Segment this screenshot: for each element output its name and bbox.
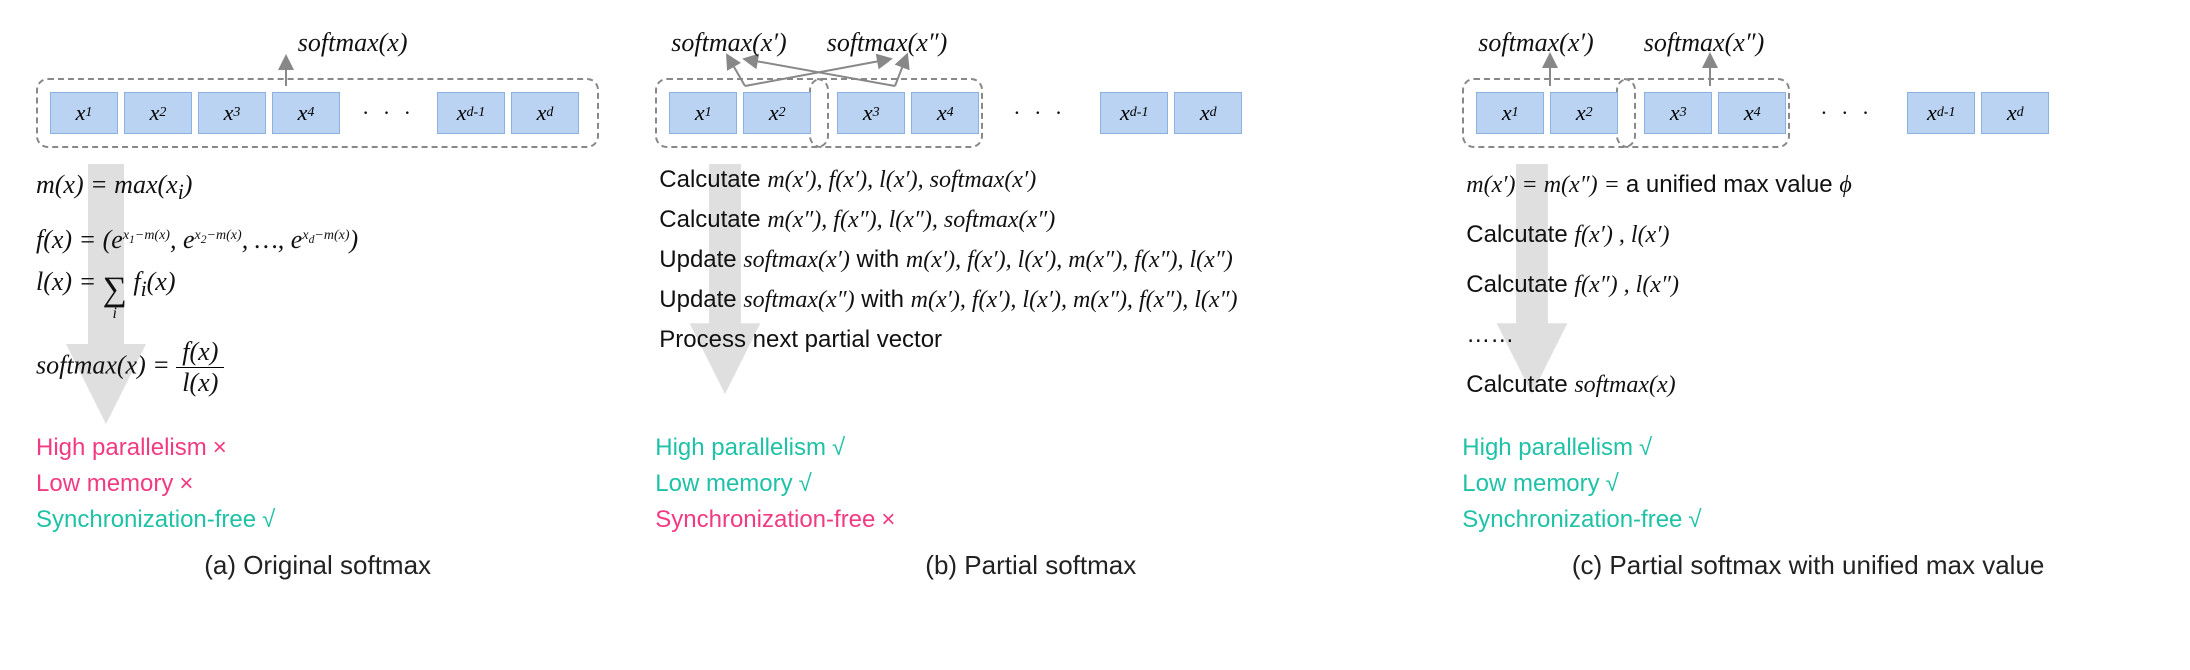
- step-5: Process next partial vector: [655, 320, 1406, 360]
- cell-x2: x2: [124, 92, 192, 134]
- output-label: softmax(x): [298, 28, 408, 62]
- caption-b: (b) Partial softmax: [655, 550, 1406, 581]
- props-a: High parallelism× Low memory× Synchroniz…: [36, 430, 599, 538]
- vector-cells: x1 x2 x3 x4 · · · xd-1 xd: [36, 86, 599, 140]
- cell-x3: x3: [1644, 92, 1712, 134]
- prop-syncfree: Synchronization-free√: [1462, 502, 2154, 538]
- step-1: Calcutate m(x′), f(x′), l(x′), softmax(x…: [655, 160, 1406, 200]
- cell-xd: xd: [1174, 92, 1242, 134]
- props-b: High parallelism√ Low memory√ Synchroniz…: [655, 430, 1406, 538]
- cell-xd: xd: [511, 92, 579, 134]
- cell-xd1: xd-1: [437, 92, 505, 134]
- step-3: Update softmax(x′) with m(x′), f(x′), l(…: [655, 240, 1406, 280]
- dots: · · ·: [1792, 100, 1901, 126]
- vector-b: x1 x2 x3 x4 · · · xd-1 xd: [655, 86, 1406, 140]
- cell-x4: x4: [911, 92, 979, 134]
- panel-partial-softmax: softmax(x′) softmax(x″) x1 x2 x3 x4: [655, 28, 1406, 581]
- vector-cells: x1 x2 x3 x4 · · · xd-1 xd: [1462, 86, 2154, 140]
- vector-a: x1 x2 x3 x4 · · · xd-1 xd: [36, 86, 599, 140]
- formula-softmax: softmax(x) = f(x)l(x): [36, 327, 599, 408]
- prop-memory: Low memory×: [36, 466, 599, 502]
- step-2: Calcutate f(x′) , l(x′): [1462, 210, 2154, 260]
- cell-x2: x2: [743, 92, 811, 134]
- prop-syncfree: Synchronization-free√: [36, 502, 599, 538]
- prop-parallelism: High parallelism×: [36, 430, 599, 466]
- step-2: Calcutate m(x″), f(x″), l(x″), softmax(x…: [655, 200, 1406, 240]
- cell-xd1: xd-1: [1100, 92, 1168, 134]
- output-label-1: softmax(x′): [671, 28, 786, 62]
- step-3: Calcutate f(x″) , l(x″): [1462, 260, 2154, 310]
- prop-memory: Low memory√: [655, 466, 1406, 502]
- cell-x3: x3: [198, 92, 266, 134]
- output-label-2: softmax(x″): [1644, 28, 1765, 62]
- cell-x1: x1: [50, 92, 118, 134]
- panels-row: softmax(x) x1 x2 x3 x4 · · · xd-1 xd: [36, 28, 2154, 581]
- output-label-2: softmax(x″): [827, 28, 948, 62]
- prop-parallelism: High parallelism√: [655, 430, 1406, 466]
- steps-b: Calcutate m(x′), f(x′), l(x′), softmax(x…: [655, 160, 1406, 416]
- formula-l: l(x) = ∑ fi(x): [36, 265, 599, 327]
- output-label-1: softmax(x′): [1478, 28, 1593, 62]
- props-c: High parallelism√ Low memory√ Synchroniz…: [1462, 430, 2154, 538]
- cell-x4: x4: [272, 92, 340, 134]
- cell-x3: x3: [837, 92, 905, 134]
- outputs-c: softmax(x′) softmax(x″): [1478, 28, 2154, 62]
- prop-syncfree: Synchronization-free×: [655, 502, 1406, 538]
- caption-c: (c) Partial softmax with unified max val…: [1462, 550, 2154, 581]
- formula-m: m(x) = max(xi): [36, 160, 599, 215]
- cell-x1: x1: [1476, 92, 1544, 134]
- cell-x1: x1: [669, 92, 737, 134]
- outputs-b: softmax(x′) softmax(x″): [671, 28, 1406, 62]
- step-4: ……: [1462, 310, 2154, 360]
- prop-memory: Low memory√: [1462, 466, 2154, 502]
- cell-xd1: xd-1: [1907, 92, 1975, 134]
- cell-xd: xd: [1981, 92, 2049, 134]
- dots: · · ·: [346, 100, 431, 126]
- dots: · · ·: [985, 100, 1094, 126]
- cell-x4: x4: [1718, 92, 1786, 134]
- caption-a: (a) Original softmax: [36, 550, 599, 581]
- vector-c: x1 x2 x3 x4 · · · xd-1 xd: [1462, 86, 2154, 140]
- vector-cells: x1 x2 x3 x4 · · · xd-1 xd: [655, 86, 1406, 140]
- panel-original-softmax: softmax(x) x1 x2 x3 x4 · · · xd-1 xd: [36, 28, 599, 581]
- formula-f: f(x) = (ex1−m(x), ex2−m(x), …, exd−m(x)): [36, 215, 599, 265]
- panel-unified-max-softmax: softmax(x′) softmax(x″) x1 x2 x3 x4 · · …: [1462, 28, 2154, 581]
- prop-parallelism: High parallelism√: [1462, 430, 2154, 466]
- step-4: Update softmax(x″) with m(x′), f(x′), l(…: [655, 280, 1406, 320]
- steps-c: m(x′) = m(x″) = a unified max value ϕ Ca…: [1462, 160, 2154, 416]
- outputs-a: softmax(x): [106, 28, 599, 62]
- steps-a: m(x) = max(xi) f(x) = (ex1−m(x), ex2−m(x…: [36, 160, 599, 416]
- cell-x2: x2: [1550, 92, 1618, 134]
- step-5: Calcutate softmax(x): [1462, 360, 2154, 410]
- step-1: m(x′) = m(x″) = a unified max value ϕ: [1462, 160, 2154, 210]
